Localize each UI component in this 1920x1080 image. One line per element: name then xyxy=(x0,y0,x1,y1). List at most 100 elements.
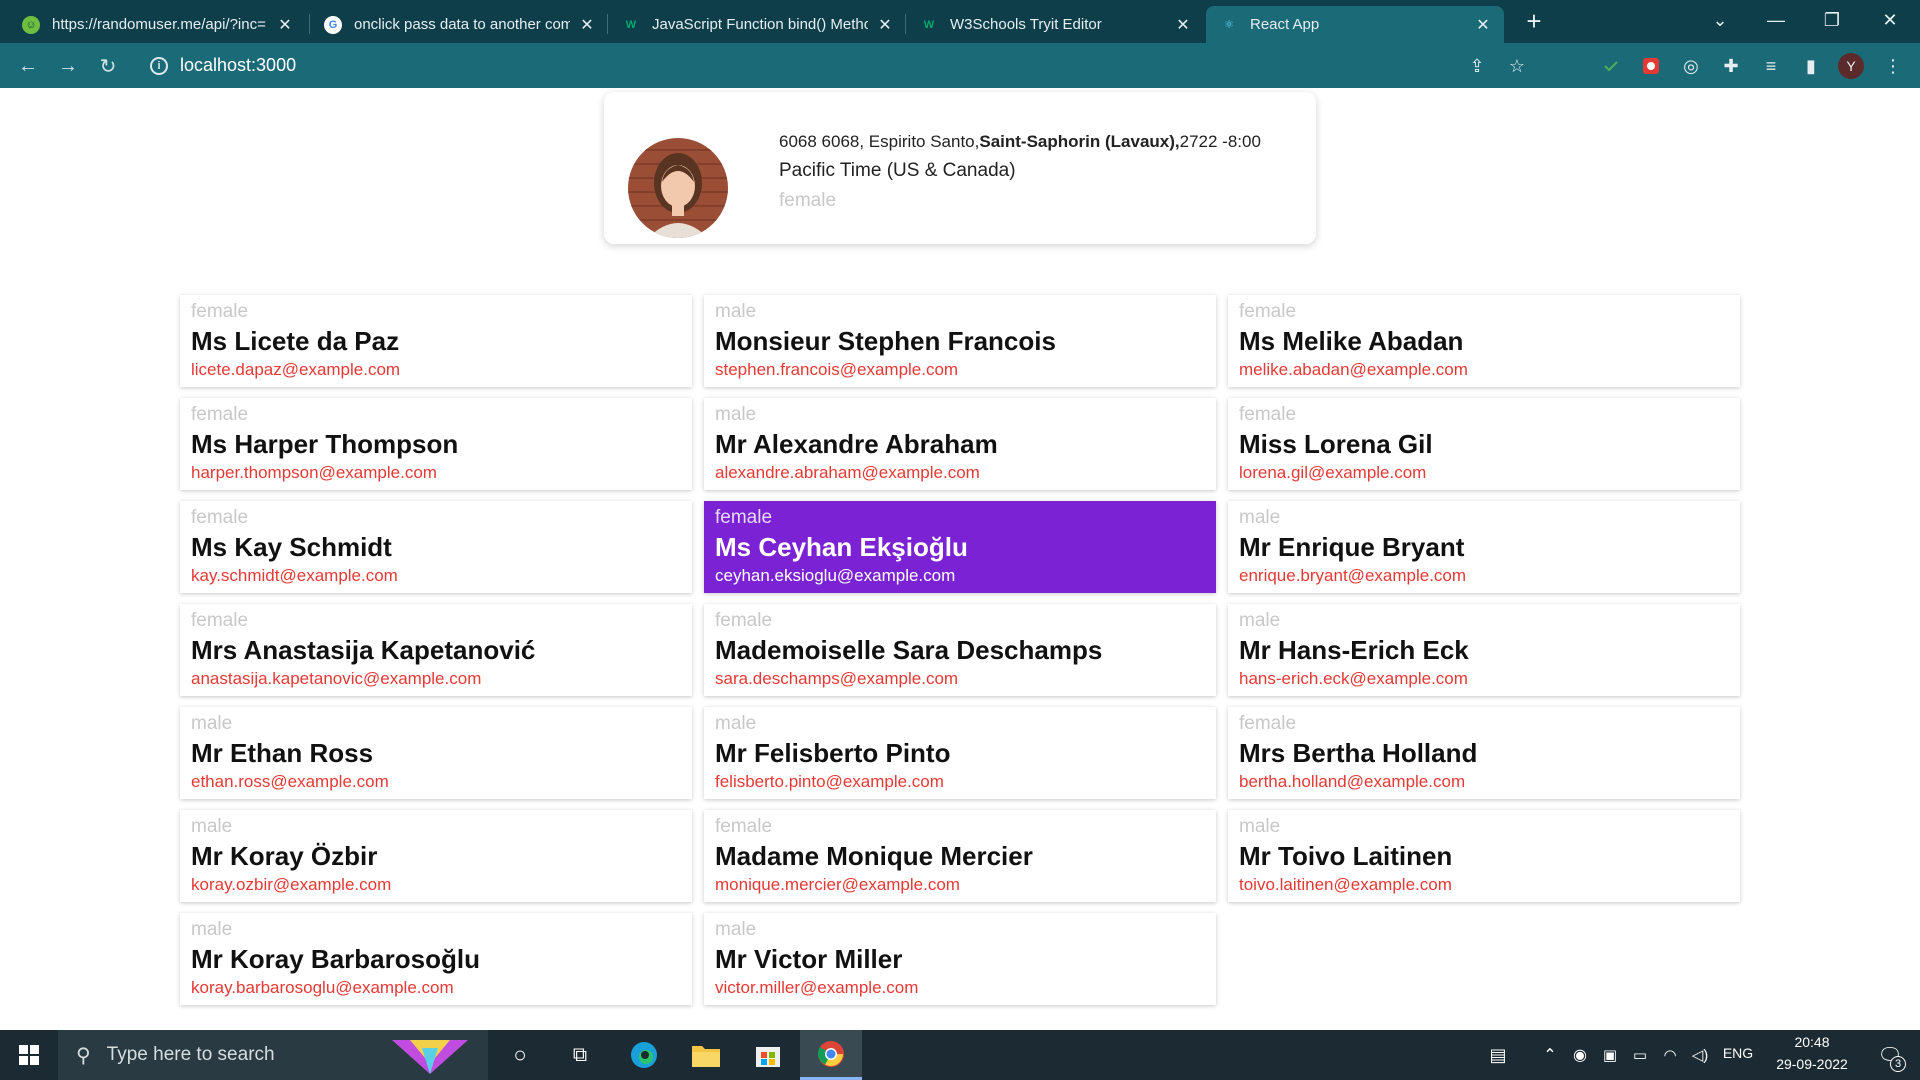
user-gender: male xyxy=(715,404,757,425)
user-card[interactable]: female Ms Melike Abadan melike.abadan@exam… xyxy=(1228,295,1740,387)
user-card[interactable]: female Mrs Anastasija Kapetanović anastasi… xyxy=(180,604,692,696)
clock-time[interactable]: 20:48 xyxy=(1764,1034,1860,1050)
language-indicator[interactable]: ENG xyxy=(1716,1045,1760,1061)
file-explorer-icon[interactable] xyxy=(678,1030,734,1080)
user-card[interactable]: male Mr Ethan Ross ethan.ross@example.com xyxy=(180,707,692,799)
side-panel-icon[interactable]: ▮ xyxy=(1798,53,1824,79)
tab-close-icon[interactable]: ✕ xyxy=(578,15,596,35)
browser-tab[interactable]: Gonclick pass data to another com ✕ xyxy=(310,6,608,43)
user-card[interactable]: female Madame Monique Mercier monique.merc… xyxy=(704,810,1216,902)
tab-close-icon[interactable]: ✕ xyxy=(276,15,294,35)
chrome-browser-icon[interactable] xyxy=(800,1030,862,1080)
extension-check-icon[interactable] xyxy=(1598,53,1624,79)
tab-close-icon[interactable]: ✕ xyxy=(1174,15,1192,35)
browser-tab[interactable]: W W3Schools Tryit Editor ✕ xyxy=(906,6,1204,43)
user-card[interactable]: female Ms Ceyhan Ekşioğlu ceyhan.eksioglu@… xyxy=(704,501,1216,593)
new-tab-button[interactable]: + xyxy=(1520,8,1548,36)
minimize-button[interactable]: — xyxy=(1748,0,1804,40)
restore-button[interactable]: ❐ xyxy=(1804,0,1860,40)
user-card[interactable]: male Mr Enrique Bryant enrique.bryant@exam… xyxy=(1228,501,1740,593)
extension-red-icon[interactable] xyxy=(1638,53,1664,79)
tab-title: JavaScript Function bind() Metho xyxy=(652,16,868,33)
windows-start-icon[interactable] xyxy=(0,1030,58,1080)
taskbar-search-box[interactable]: ⚲ Type here to search xyxy=(58,1030,488,1080)
user-card[interactable]: female Ms Licete da Paz licete.dapaz@examp… xyxy=(180,295,692,387)
user-gender: male xyxy=(1239,816,1281,837)
user-card[interactable]: male Mr Koray Özbir koray.ozbir@example.co… xyxy=(180,810,692,902)
user-card[interactable]: male Mr Victor Miller victor.miller@exampl… xyxy=(704,913,1216,1005)
tray-record-icon[interactable]: ◉ xyxy=(1568,1030,1592,1080)
media-control-icon[interactable]: ≡ xyxy=(1758,53,1784,79)
user-email: koray.barbarosoglu@example.com xyxy=(191,978,454,997)
user-name: Mr Koray Özbir xyxy=(191,841,378,871)
user-card[interactable]: male Mr Hans-Erich Eck hans-erich.eck@exam… xyxy=(1228,604,1740,696)
user-gender: male xyxy=(1239,507,1281,528)
user-card[interactable]: female Miss Lorena Gil lorena.gil@example.… xyxy=(1228,398,1740,490)
edge-browser-icon[interactable] xyxy=(616,1030,672,1080)
user-email: felisberto.pinto@example.com xyxy=(715,772,944,791)
user-email: licete.dapaz@example.com xyxy=(191,360,401,379)
user-email: anastasija.kapetanovic@example.com xyxy=(191,669,482,688)
user-card[interactable]: female Ms Kay Schmidt kay.schmidt@example.… xyxy=(180,501,692,593)
profile-timezone: Pacific Time (US & Canada) xyxy=(779,160,1016,181)
site-info-icon[interactable]: i xyxy=(150,56,168,75)
wifi-icon[interactable]: ◠ xyxy=(1658,1030,1682,1080)
randomuser-favicon-icon: ☺ xyxy=(22,15,40,34)
user-email: toivo.laitinen@example.com xyxy=(1239,875,1452,894)
tab-search-chevron-icon[interactable]: ⌄ xyxy=(1692,0,1748,40)
user-name: Ms Licete da Paz xyxy=(191,326,400,356)
user-gender: male xyxy=(191,816,233,837)
close-window-button[interactable]: ✕ xyxy=(1862,0,1918,40)
user-name: Mrs Bertha Holland xyxy=(1239,738,1478,768)
microsoft-store-icon[interactable] xyxy=(740,1030,796,1080)
user-gender: female xyxy=(715,816,773,837)
browser-tab[interactable]: ⚛ React App ✕ xyxy=(1206,6,1504,43)
user-name: Miss Lorena Gil xyxy=(1239,429,1433,459)
back-button[interactable]: ← xyxy=(12,50,44,82)
browser-tab[interactable]: W JavaScript Function bind() Metho ✕ xyxy=(608,6,906,43)
user-name: Madame Monique Mercier xyxy=(715,841,1033,871)
menu-kebab-icon[interactable]: ⋮ xyxy=(1880,53,1906,79)
user-gender: female xyxy=(191,507,249,528)
user-name: Mr Ethan Ross xyxy=(191,738,374,768)
user-gender: female xyxy=(715,507,773,528)
tab-close-icon[interactable]: ✕ xyxy=(876,15,894,35)
user-card[interactable]: female Ms Harper Thompson harper.thompson@… xyxy=(180,398,692,490)
profile-avatar[interactable]: Y xyxy=(1838,53,1864,79)
extensions-puzzle-icon[interactable]: ✚ xyxy=(1718,53,1744,79)
address-bar[interactable]: i localhost:3000 ⇪ ☆ xyxy=(140,48,1580,83)
reload-button[interactable]: ↻ xyxy=(92,50,124,82)
tray-device-icon[interactable]: ▣ xyxy=(1598,1030,1622,1080)
tab-title: https://randomuser.me/api/?inc= xyxy=(52,16,266,33)
user-email: harper.thompson@example.com xyxy=(191,463,437,482)
volume-icon[interactable]: ◁) xyxy=(1688,1030,1712,1080)
user-gender: male xyxy=(715,301,757,322)
user-card[interactable]: male Mr Koray Barbarosoğlu koray.barbaroso… xyxy=(180,913,692,1005)
cortana-circle-icon[interactable]: ○ xyxy=(496,1030,544,1080)
show-hidden-icons-chevron-icon[interactable]: ⌃ xyxy=(1538,1030,1562,1080)
user-card[interactable]: male Mr Felisberto Pinto felisberto.pinto@… xyxy=(704,707,1216,799)
user-email: bertha.holland@example.com xyxy=(1239,772,1466,791)
user-email: alexandre.abraham@example.com xyxy=(715,463,980,482)
browser-tab[interactable]: ☺ https://randomuser.me/api/?inc= ✕ xyxy=(8,6,306,43)
user-email: enrique.bryant@example.com xyxy=(1239,566,1467,585)
user-card[interactable]: female Mademoiselle Sara Deschamps sara.de… xyxy=(704,604,1216,696)
user-gender: female xyxy=(715,610,773,631)
bookmark-star-icon[interactable]: ☆ xyxy=(1504,53,1530,79)
url-text: localhost:3000 xyxy=(180,55,297,75)
tab-close-icon[interactable]: ✕ xyxy=(1474,15,1492,35)
user-card[interactable]: male Mr Toivo Laitinen toivo.laitinen@exam… xyxy=(1228,810,1740,902)
clock-date[interactable]: 29-09-2022 xyxy=(1764,1056,1860,1072)
notification-center-icon[interactable]: 🗨 3 xyxy=(1866,1030,1914,1080)
forward-button[interactable]: → xyxy=(52,50,84,82)
extension-target-icon[interactable]: ◎ xyxy=(1678,53,1704,79)
news-widget-icon[interactable]: ▤ xyxy=(1478,1030,1518,1080)
user-card[interactable]: male Monsieur Stephen Francois stephen.fra… xyxy=(704,295,1216,387)
share-icon[interactable]: ⇪ xyxy=(1464,53,1490,79)
battery-icon[interactable]: ▭ xyxy=(1628,1030,1652,1080)
user-card[interactable]: male Mr Alexandre Abraham alexandre.abraha… xyxy=(704,398,1216,490)
user-email: ceyhan.eksioglu@example.com xyxy=(715,566,956,585)
user-gender: male xyxy=(715,713,757,734)
user-card[interactable]: female Mrs Bertha Holland bertha.holland@e… xyxy=(1228,707,1740,799)
task-view-icon[interactable]: ⧉ xyxy=(556,1030,604,1080)
